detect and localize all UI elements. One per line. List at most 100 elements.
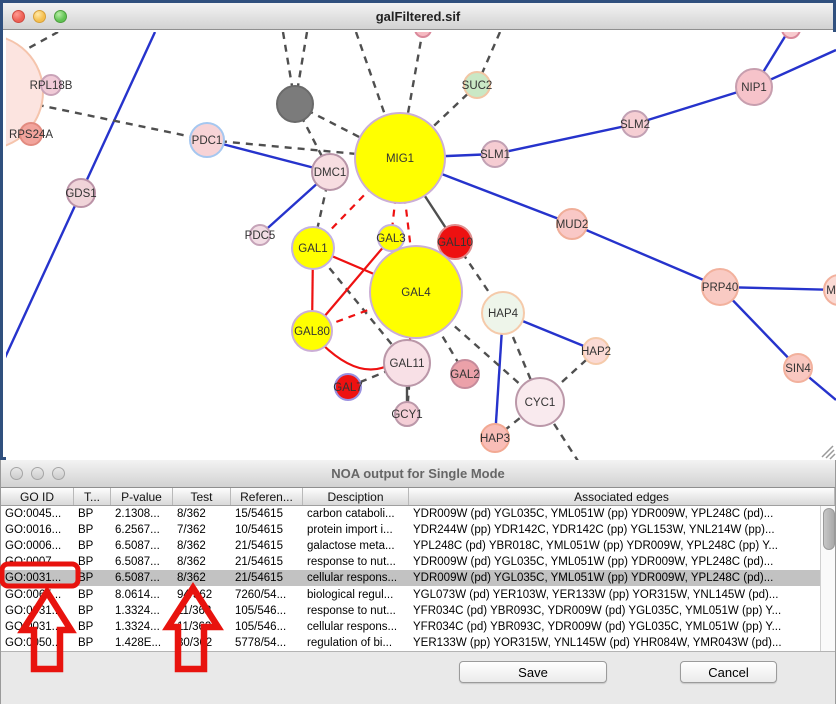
cell-description: cellular respons... bbox=[303, 621, 409, 633]
table-row[interactable]: GO:0031...BP6.5087...8/36221/54615cellul… bbox=[1, 570, 835, 586]
cell-test: 80/362 bbox=[173, 637, 231, 649]
cell-p_value: 8.0614... bbox=[111, 589, 173, 601]
cell-go_id: GO:0006... bbox=[1, 540, 74, 552]
node-label-HAP4: HAP4 bbox=[488, 308, 519, 320]
node-label-PDC1: PDC1 bbox=[192, 135, 223, 147]
zoom-button-inactive[interactable] bbox=[52, 467, 65, 480]
cell-edges: YFR034C (pd) YBR093C, YDR009W (pd) YGL03… bbox=[409, 621, 835, 633]
node-label-PRP40: PRP40 bbox=[702, 282, 738, 294]
node-label-GDS1: GDS1 bbox=[65, 188, 96, 200]
noa-window-titlebar[interactable]: NOA output for Single Mode bbox=[1, 460, 835, 488]
resize-grip[interactable] bbox=[822, 446, 835, 459]
edge[interactable] bbox=[495, 124, 635, 154]
cell-type: BP bbox=[74, 621, 111, 633]
cell-p_value: 6.5087... bbox=[111, 572, 173, 584]
graph-window-title: galFiltered.sif bbox=[3, 9, 833, 24]
cell-go_id: GO:0031... bbox=[1, 621, 74, 633]
column-header-test[interactable]: Test bbox=[173, 488, 231, 505]
graph-window: galFiltered.sif RPL18BRPS24AGDS1PDC1MIG1… bbox=[0, 0, 836, 460]
cell-test: 94/362 bbox=[173, 589, 231, 601]
table-row[interactable]: GO:0031...BP1.3324...11/362105/546...res… bbox=[1, 603, 835, 619]
minimize-button-inactive[interactable] bbox=[31, 467, 44, 480]
graph-window-titlebar[interactable]: galFiltered.sif bbox=[3, 3, 833, 30]
cell-go_id: GO:0031... bbox=[1, 572, 74, 584]
node-label-RPS24A: RPS24A bbox=[9, 129, 53, 141]
cell-test: 8/362 bbox=[173, 508, 231, 520]
cell-type: BP bbox=[74, 556, 111, 568]
table-row[interactable]: GO:0006...BP6.5087...8/36221/54615galact… bbox=[1, 538, 835, 554]
table-row[interactable]: GO:0016...BP6.2567...7/36210/54615protei… bbox=[1, 522, 835, 538]
cell-go_id: GO:0031... bbox=[1, 605, 74, 617]
cell-edges: YGL073W (pd) YER103W, YER133W (pp) YOR31… bbox=[409, 589, 835, 601]
cell-edges: YFR034C (pd) YBR093C, YDR009W (pd) YGL03… bbox=[409, 605, 835, 617]
edge[interactable] bbox=[207, 140, 330, 172]
node-label-MSN: MSN bbox=[826, 285, 836, 297]
column-header-desciption[interactable]: Desciption bbox=[303, 488, 409, 505]
network-svg[interactable]: RPL18BRPS24AGDS1PDC1MIG1SUC2SLM1SLM2NIP1… bbox=[6, 32, 836, 460]
cell-edges: YDR009W (pd) YGL035C, YML051W (pp) YDR00… bbox=[409, 572, 835, 584]
edge[interactable] bbox=[322, 344, 387, 370]
close-button-inactive[interactable] bbox=[10, 467, 23, 480]
cell-edges: YDR244W (pp) YDR142C, YDR142C (pp) YGL15… bbox=[409, 524, 835, 536]
node-label-GAL4: GAL4 bbox=[401, 287, 431, 299]
cell-type: BP bbox=[74, 605, 111, 617]
cell-go_id: GO:0050... bbox=[1, 637, 74, 649]
cell-reference: 5778/54... bbox=[231, 637, 303, 649]
cell-test: 8/362 bbox=[173, 572, 231, 584]
node-tiny-top[interactable] bbox=[415, 32, 431, 37]
noa-window-title: NOA output for Single Mode bbox=[1, 466, 835, 481]
column-header-go-id[interactable]: GO ID bbox=[1, 488, 74, 505]
screen: galFiltered.sif RPL18BRPS24AGDS1PDC1MIG1… bbox=[0, 0, 836, 704]
cell-reference: 10/54615 bbox=[231, 524, 303, 536]
cell-description: response to nut... bbox=[303, 605, 409, 617]
column-header-associated-edges[interactable]: Associated edges bbox=[409, 488, 835, 505]
cell-test: 11/362 bbox=[173, 621, 231, 633]
node-label-MIG1: MIG1 bbox=[386, 153, 414, 165]
cell-p_value: 1.3324... bbox=[111, 605, 173, 617]
cell-description: response to nut... bbox=[303, 556, 409, 568]
node-label-GAL1: GAL1 bbox=[298, 243, 327, 255]
edge[interactable] bbox=[572, 224, 720, 287]
table-row[interactable]: GO:0007...BP6.5087...8/36221/54615respon… bbox=[1, 554, 835, 570]
column-header-t-[interactable]: T... bbox=[74, 488, 111, 505]
cell-edges: YER133W (pp) YOR315W, YNL145W (pd) YHR08… bbox=[409, 637, 835, 649]
node-label-DMC1: DMC1 bbox=[314, 167, 347, 179]
column-header-referen-[interactable]: Referen... bbox=[231, 488, 303, 505]
cell-p_value: 2.1308... bbox=[111, 508, 173, 520]
noa-window: NOA output for Single Mode GO IDT...P-va… bbox=[0, 460, 836, 704]
node-label-PDC5: PDC5 bbox=[245, 230, 276, 242]
cell-go_id: GO:0016... bbox=[1, 524, 74, 536]
column-header-p-value[interactable]: P-value bbox=[111, 488, 173, 505]
cell-edges: YDR009W (pd) YGL035C, YML051W (pp) YDR00… bbox=[409, 556, 835, 568]
zoom-button[interactable] bbox=[54, 10, 67, 23]
node-label-GAL7: GAL7 bbox=[333, 382, 362, 394]
node-dark-node[interactable] bbox=[277, 86, 313, 122]
cell-p_value: 6.2567... bbox=[111, 524, 173, 536]
cell-go_id: GO:0065... bbox=[1, 589, 74, 601]
cell-type: BP bbox=[74, 508, 111, 520]
minimize-button[interactable] bbox=[33, 10, 46, 23]
cell-p_value: 1.428E... bbox=[111, 637, 173, 649]
vertical-scrollbar[interactable] bbox=[820, 506, 835, 651]
save-button[interactable]: Save bbox=[459, 661, 607, 683]
node-label-SUC2: SUC2 bbox=[462, 80, 493, 92]
cell-p_value: 6.5087... bbox=[111, 556, 173, 568]
cell-test: 11/362 bbox=[173, 605, 231, 617]
cell-description: cellular respons... bbox=[303, 572, 409, 584]
cell-test: 8/362 bbox=[173, 540, 231, 552]
table-row[interactable]: GO:0045...BP2.1308...8/36215/54615carbon… bbox=[1, 506, 835, 522]
close-button[interactable] bbox=[12, 10, 25, 23]
cell-type: BP bbox=[74, 572, 111, 584]
scrollbar-thumb[interactable] bbox=[823, 508, 835, 550]
cell-p_value: 1.3324... bbox=[111, 621, 173, 633]
network-canvas[interactable]: RPL18BRPS24AGDS1PDC1MIG1SUC2SLM1SLM2NIP1… bbox=[6, 32, 836, 460]
node-label-GCY1: GCY1 bbox=[391, 409, 422, 421]
cell-reference: 21/54615 bbox=[231, 540, 303, 552]
table-row[interactable]: GO:0065...BP8.0614...94/3627260/54...bio… bbox=[1, 586, 835, 602]
table-row[interactable]: GO:0050...BP1.428E...80/3625778/54...reg… bbox=[1, 635, 835, 651]
cell-p_value: 6.5087... bbox=[111, 540, 173, 552]
cell-test: 8/362 bbox=[173, 556, 231, 568]
table-row[interactable]: GO:0031...BP1.3324...11/362105/546...cel… bbox=[1, 619, 835, 635]
cancel-button[interactable]: Cancel bbox=[680, 661, 777, 683]
traffic-lights bbox=[12, 10, 67, 23]
